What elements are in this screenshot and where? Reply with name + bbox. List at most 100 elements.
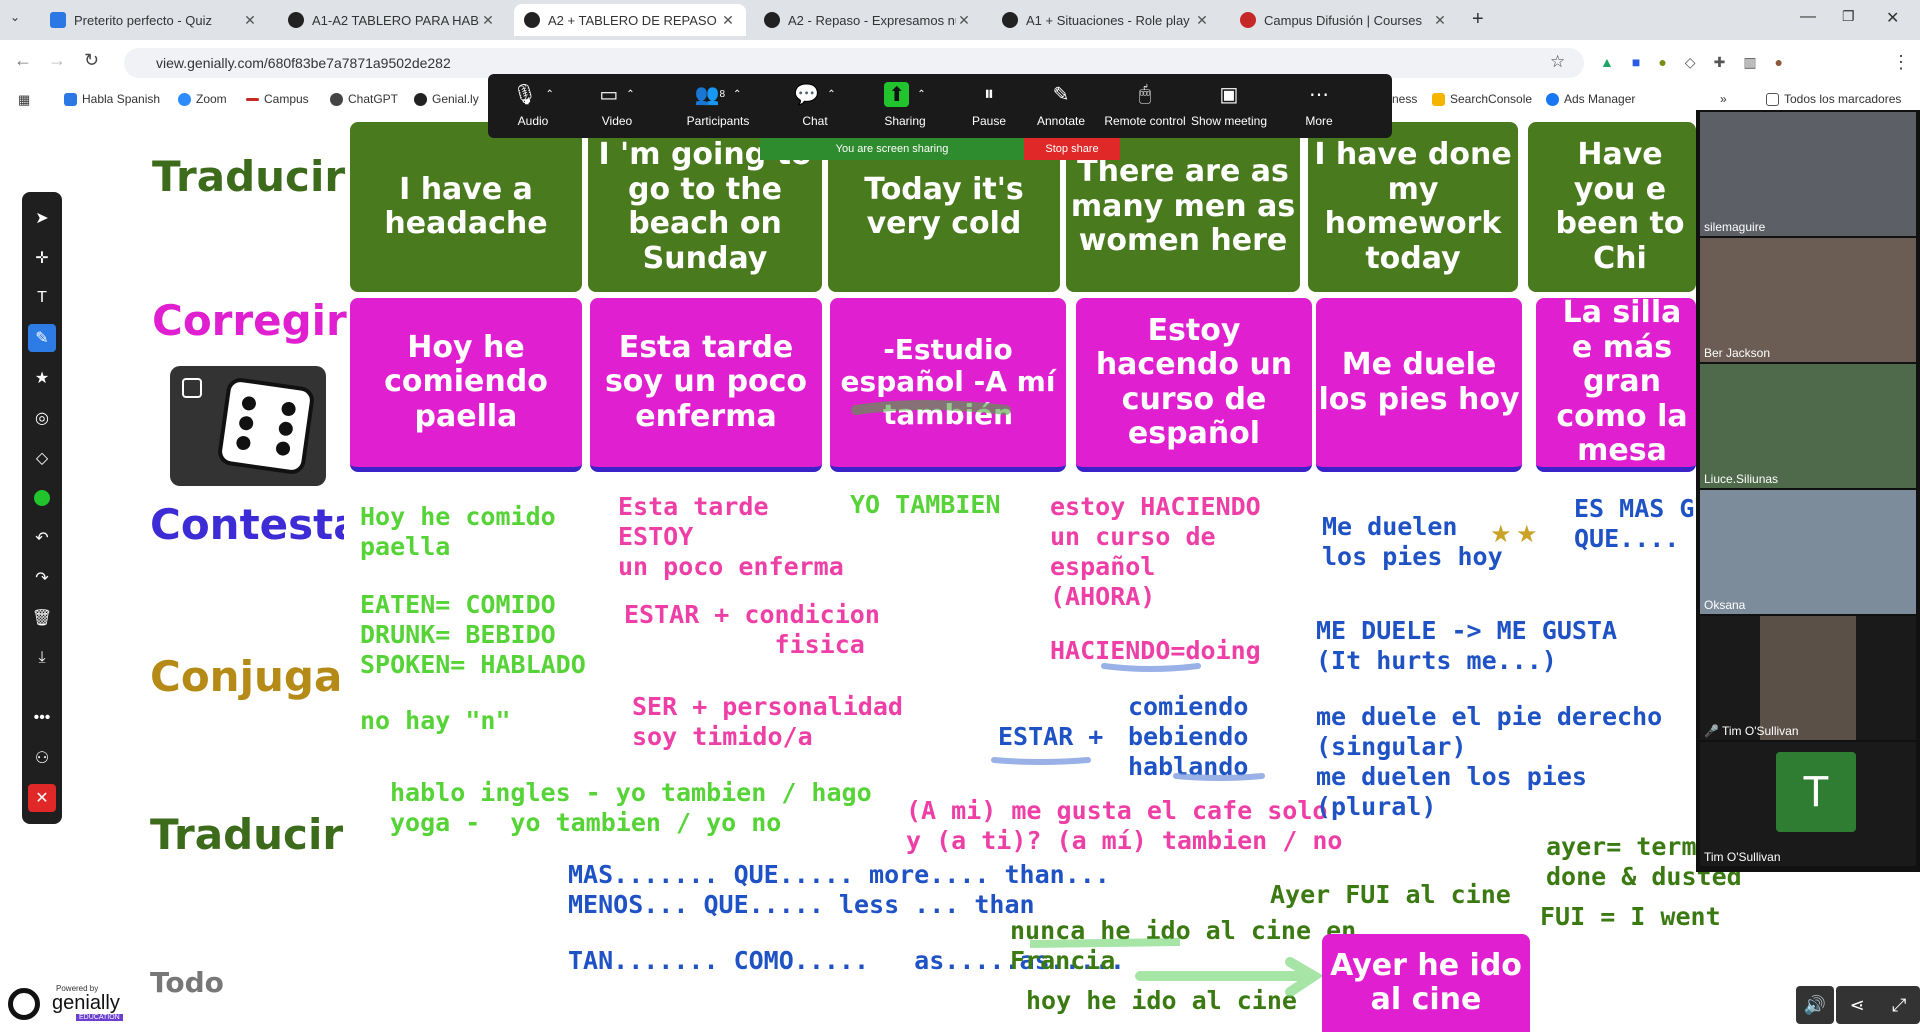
card-corregir-4[interactable]: Estoy hacendo un curso de español <box>1076 298 1312 472</box>
stop-share-button[interactable]: Stop share <box>1024 138 1120 160</box>
participants-icon: 👥 8 ⌃ <box>694 83 742 106</box>
reload-icon[interactable]: ↻ <box>84 50 99 71</box>
select-icon[interactable]: ➤ <box>28 204 56 232</box>
share-icon[interactable]: ⋖ <box>1850 995 1865 1016</box>
user-icon[interactable]: ⚇ <box>28 744 56 772</box>
card-corregir-6[interactable]: La silla e más gran como la mesa <box>1536 298 1696 472</box>
bookmark-campus[interactable]: Campus <box>246 92 309 106</box>
tab-6[interactable]: Campus Difusión | Courses ✕ <box>1230 4 1458 36</box>
undo-icon[interactable]: ↶ <box>28 524 56 552</box>
minimize-icon[interactable]: — <box>1800 8 1816 26</box>
close-icon[interactable]: ✕ <box>956 12 972 29</box>
genially-favicon-icon <box>288 12 304 28</box>
delete-icon[interactable]: ▥ <box>1743 54 1756 74</box>
participant-tile[interactable]: T Tim O'Sullivan <box>1700 742 1916 866</box>
sharing-button[interactable]: ⬆ ⌃ Sharing <box>860 74 950 138</box>
code-icon[interactable]: ◇ <box>1685 54 1696 74</box>
redo-icon[interactable]: ↷ <box>28 564 56 592</box>
audio-button[interactable]: 🎙 ⌃ Audio <box>488 74 578 138</box>
chat-icon: 💬 ⌃ <box>794 83 836 106</box>
genially-favicon-icon <box>764 12 780 28</box>
bookmark-star-icon[interactable]: ☆ <box>1550 52 1565 72</box>
more-icon[interactable]: ••• <box>28 704 56 732</box>
close-annotate-icon[interactable]: ✕ <box>28 784 56 812</box>
tab-3-active[interactable]: A2 + TABLERO DE REPASO colo✕ <box>514 4 746 36</box>
annotation-text: estoy HACIENDO un curso de español (AHOR… <box>1050 492 1261 611</box>
close-icon[interactable]: ✕ <box>720 12 736 29</box>
apps-icon[interactable]: ▦ <box>18 92 30 108</box>
bookmark-searchconsole[interactable]: SearchConsole <box>1432 92 1532 106</box>
tab-5[interactable]: A1 + Situaciones - Role play ✕ <box>992 4 1220 36</box>
bookmark-zoom[interactable]: Zoom <box>178 92 227 106</box>
move-icon[interactable]: ✛ <box>28 244 56 272</box>
participants-button[interactable]: 👥 8 ⌃ Participants <box>668 74 768 138</box>
color-icon[interactable] <box>28 484 56 512</box>
close-icon[interactable]: ✕ <box>480 12 496 29</box>
text-icon[interactable]: T <box>28 284 56 312</box>
show-meeting-button[interactable]: ▣ Show meeting <box>1184 74 1274 138</box>
puzzle-icon[interactable]: ✚ <box>1714 54 1726 74</box>
participant-tile[interactable]: silemaguire <box>1700 112 1916 236</box>
eraser-icon[interactable]: ◇ <box>28 444 56 472</box>
chat-button[interactable]: 💬 ⌃ Chat <box>770 74 860 138</box>
menu-icon[interactable]: ⋮ <box>1892 52 1910 73</box>
close-icon[interactable]: ✕ <box>1194 12 1210 29</box>
new-tab-button[interactable]: + <box>1472 8 1484 31</box>
participant-tile[interactable]: Liuce.Siliunas <box>1700 364 1916 488</box>
card-corregir-5[interactable]: Me duele los pies hoy <box>1316 298 1522 472</box>
card-corregir-2[interactable]: Esta tarde soy un poco enferma <box>590 298 822 472</box>
volume-button[interactable]: 🔊 <box>1796 986 1834 1024</box>
participant-tile[interactable]: 🎤 Tim O'Sullivan <box>1700 616 1916 740</box>
restore-icon[interactable]: ❐ <box>1842 8 1855 25</box>
share-view-button[interactable]: ⋖ ⤢ <box>1836 986 1920 1024</box>
card-traducir-1[interactable]: I have a headache <box>350 122 582 292</box>
annotate-button[interactable]: ✎ Annotate <box>1016 74 1106 138</box>
trash-icon[interactable]: ■ <box>1632 54 1640 74</box>
video-button[interactable]: ▭ ⌃ Video <box>572 74 662 138</box>
chevron-more-icon[interactable]: » <box>1720 92 1727 106</box>
close-icon[interactable]: ✕ <box>242 12 258 29</box>
annotation-text: ES MAS G QUE.... <box>1574 494 1695 553</box>
profile-avatar[interactable]: ● <box>1775 54 1783 74</box>
star-icon: ★ <box>1516 521 1538 548</box>
more-button[interactable]: ⋯ More <box>1274 74 1364 138</box>
remote-control-button[interactable]: 🖱 Remote control <box>1100 74 1190 138</box>
tab-4[interactable]: A2 - Repaso - Expresamos nues✕ <box>754 4 982 36</box>
bookmark-habla-spanish[interactable]: Habla Spanish <box>64 92 160 106</box>
tab-2[interactable]: A1-A2 TABLERO PARA HABLAR✕ <box>278 4 506 36</box>
participant-tile[interactable]: Ber Jackson <box>1700 238 1916 362</box>
bookmark-chatgpt[interactable]: ChatGPT <box>330 92 398 106</box>
bookmark-ads-manager[interactable]: Ads Manager <box>1546 92 1635 106</box>
close-icon[interactable]: ✕ <box>1432 12 1448 29</box>
row-label-todo: Todo <box>150 966 224 999</box>
genially-logo[interactable]: Powered by genially EDUCATION <box>8 984 128 1024</box>
drive-icon[interactable]: ▲ <box>1600 54 1614 74</box>
dice-icon <box>218 378 314 474</box>
card-corregir-3[interactable]: -Estudio español -A mí también <box>830 298 1066 472</box>
dice-button[interactable] <box>170 366 326 486</box>
window-close-icon[interactable]: ✕ <box>1886 8 1899 28</box>
card-corregir-1[interactable]: Hoy he comiendo paella <box>350 298 582 472</box>
pen-icon[interactable]: ✎ <box>28 324 56 352</box>
clear-icon[interactable]: 🗑 <box>28 604 56 632</box>
fullscreen-icon[interactable]: ⤢ <box>1892 995 1906 1016</box>
bookmark-all[interactable]: Todos los marcadores <box>1766 92 1901 106</box>
bookmark-genially[interactable]: Genial.ly <box>414 92 479 106</box>
row-label-corregir: Corregir <box>152 296 347 345</box>
participant-tile[interactable]: Oksana <box>1700 490 1916 614</box>
back-icon[interactable]: ← <box>14 50 32 71</box>
card-traducir-6[interactable]: Have you e been to Chi <box>1528 122 1696 292</box>
tab-1[interactable]: Preterito perfecto - Quiz ✕ <box>40 4 268 36</box>
save-icon[interactable]: ⤓ <box>28 644 56 672</box>
genially-favicon-icon <box>1002 12 1018 28</box>
extension-icon[interactable]: ● <box>1658 54 1666 74</box>
forward-icon[interactable]: → <box>48 50 66 71</box>
stamp-icon[interactable]: ★ <box>28 364 56 392</box>
bookmark-ness[interactable]: ness <box>1392 92 1417 106</box>
annotation-text: SER + personalidad soy timido/a <box>632 692 903 751</box>
card-final[interactable]: Ayer he ido al cine <box>1322 934 1530 1032</box>
tab-search-button[interactable]: ⌄ <box>10 10 30 30</box>
annotation-toolbar: ➤ ✛ T ✎ ★ ◎ ◇ ↶ ↷ 🗑 ⤓ ••• ⚇ ✕ <box>22 192 62 824</box>
spotlight-icon[interactable]: ◎ <box>28 404 56 432</box>
card-traducir-5[interactable]: I have done my homework today <box>1308 122 1518 292</box>
